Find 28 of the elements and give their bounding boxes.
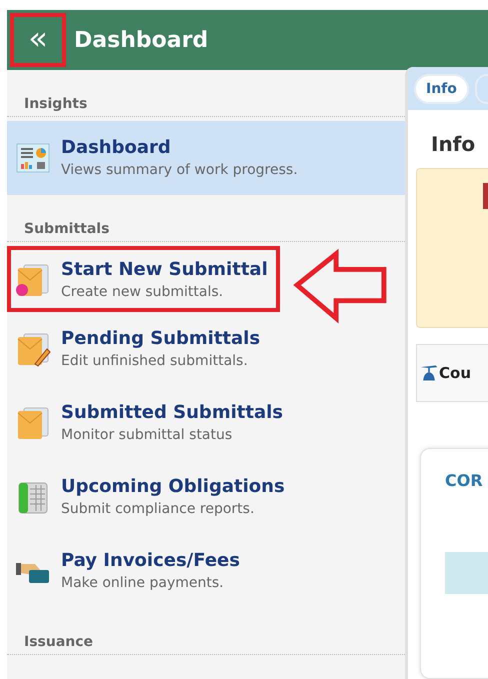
- menu-item[interactable]: Upcoming Obligations Submit compliance reports.: [7, 460, 405, 534]
- menu-item-title: Start New Submittal: [61, 258, 268, 282]
- bell-icon: [419, 363, 439, 383]
- menu-item-title: Dashboard: [61, 136, 172, 160]
- page-title: Dashboard: [74, 28, 208, 52]
- menu-item[interactable]: Pending Submittals Edit unfinished submittals.: [7, 312, 405, 386]
- notice-button[interactable]: Cou: [416, 344, 488, 402]
- collapse-button[interactable]: «: [10, 13, 66, 67]
- tab[interactable]: Info: [414, 74, 469, 104]
- section-label: Submittals: [7, 221, 405, 242]
- card-title: COR: [445, 471, 484, 490]
- section-label: Insights: [7, 96, 405, 117]
- menu-item-title: Upcoming Obligations: [61, 475, 285, 499]
- menu-item-title: Pending Submittals: [61, 327, 260, 351]
- menu-item-title: Submitted Submittals: [61, 401, 283, 425]
- menu-item-description: Edit unfinished submittals.: [61, 352, 249, 371]
- menu-item-description: Monitor submittal status: [61, 426, 234, 445]
- menu-item[interactable]: Submitted Submittals Monitor submittal status: [7, 386, 405, 460]
- menu-item[interactable]: Pay Invoices/Fees Make online payments.: [7, 534, 405, 608]
- section-label: Issuance: [7, 634, 405, 655]
- menu-item[interactable]: Dashboard Views summary of work progress.: [7, 121, 405, 195]
- panel-heading: Info: [431, 132, 476, 156]
- menu-item-description: Submit compliance reports.: [61, 500, 256, 519]
- menu-item-title: Pay Invoices/Fees: [61, 549, 240, 573]
- menu-item-description: Create new submittals.: [61, 283, 224, 302]
- menu-item-description: Views summary of work progress.: [61, 161, 298, 180]
- menu-item[interactable]: Start New Submittal Create new submittals.: [7, 246, 280, 312]
- menu-item-description: Make online payments.: [61, 574, 225, 593]
